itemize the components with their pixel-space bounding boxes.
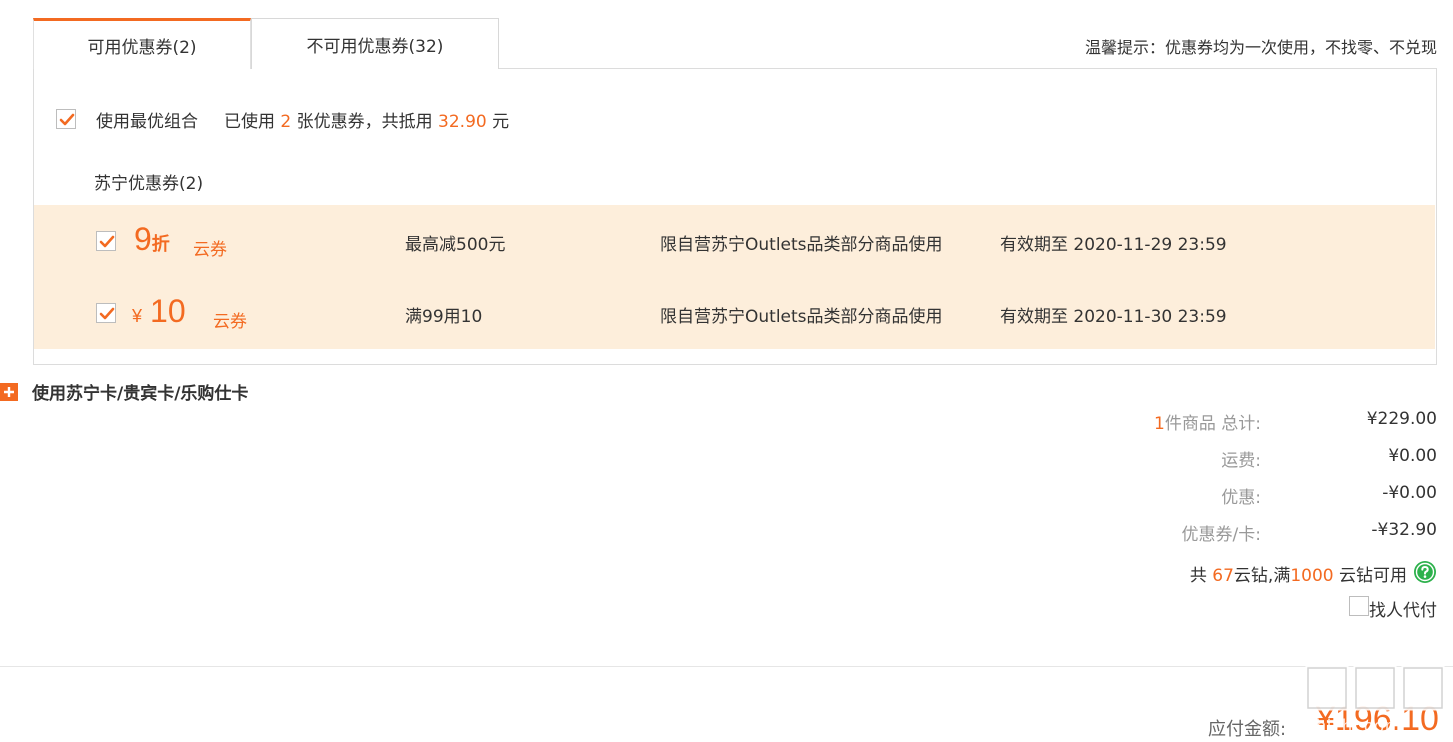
- diamond-suffix: 云钻可用: [1339, 566, 1407, 586]
- payable-label: 应付金额:: [1208, 719, 1287, 740]
- coupon-scope: 限自营苏宁Outlets品类部分商品使用: [660, 235, 943, 255]
- check-icon: [99, 235, 115, 248]
- proxy-pay-label[interactable]: 找人代付: [1369, 596, 1437, 621]
- summary-prefix: 已使用: [224, 112, 275, 132]
- coupon-rule: 满99用10: [405, 307, 483, 327]
- summary-mid: 张优惠券，共抵用: [296, 112, 433, 132]
- discount-label: 优惠:: [1221, 488, 1261, 508]
- discount-unit: 折: [151, 234, 170, 254]
- diamond-count: 67: [1212, 566, 1234, 586]
- help-icon[interactable]: [1413, 560, 1437, 584]
- total-label-text: 件商品 总计:: [1164, 414, 1261, 434]
- coupon-panel: 使用最优组合 已使用 2 张优惠券，共抵用 32.90 元 苏宁优惠券(2) 9…: [33, 68, 1437, 365]
- discount-value: -¥0.00: [1382, 483, 1437, 503]
- proxy-pay-checkbox[interactable]: [1349, 596, 1369, 616]
- coupon-value: 9折: [134, 221, 170, 258]
- card-section-title[interactable]: 使用苏宁卡/贵宾卡/乐购仕卡: [32, 379, 248, 404]
- total-label: 1件商品 总计:: [1154, 409, 1261, 434]
- expand-plus-icon[interactable]: [0, 383, 18, 401]
- watermark-text: zhizhi.com: [1306, 716, 1402, 736]
- tab-unavailable-coupons[interactable]: 不可用优惠券(32): [251, 18, 499, 69]
- tab-unavailable-label: 不可用优惠券(32): [306, 36, 444, 57]
- item-count: 1: [1154, 414, 1165, 434]
- diamond-info: 共 67云钻,满1000 云钻可用: [1190, 561, 1407, 586]
- diamond-prefix: 共: [1189, 566, 1207, 586]
- coupon-rule: 最高减500元: [405, 235, 506, 255]
- coupon-expiry: 有效期至 2020-11-30 23:59: [1000, 307, 1227, 327]
- check-icon: [99, 307, 115, 320]
- coupon-value: ¥10: [132, 293, 186, 330]
- coupon-group-title: 苏宁优惠券(2): [94, 174, 204, 194]
- coupon-amount: 32.90: [438, 112, 487, 132]
- diamond-threshold: 1000: [1290, 566, 1334, 586]
- shipping-label: 运费:: [1221, 451, 1261, 471]
- watermark-logo-icon: [1305, 665, 1445, 711]
- coupon-row[interactable]: ¥10 云券 满99用10 限自营苏宁Outlets品类部分商品使用 有效期至 …: [34, 277, 1435, 349]
- coupon-row[interactable]: 9折 云券 最高减500元 限自营苏宁Outlets品类部分商品使用 有效期至 …: [34, 205, 1435, 277]
- coupon-checkbox[interactable]: [96, 303, 116, 323]
- shipping-value: ¥0.00: [1388, 446, 1437, 466]
- coupon-type: 云券: [193, 240, 227, 260]
- best-combo-row: 使用最优组合 已使用 2 张优惠券，共抵用 32.90 元: [34, 105, 1436, 135]
- coupon-type: 云券: [213, 312, 247, 332]
- best-combo-checkbox[interactable]: [56, 109, 76, 129]
- summary-suffix: 元: [492, 112, 510, 132]
- divider: [0, 666, 1453, 667]
- coupon-scope: 限自营苏宁Outlets品类部分商品使用: [660, 307, 943, 327]
- tab-available-coupons[interactable]: 可用优惠券(2): [33, 18, 251, 69]
- check-icon: [59, 113, 75, 126]
- currency-symbol: ¥: [132, 306, 143, 326]
- coupon-card-label: 优惠券/卡:: [1181, 525, 1261, 545]
- coupon-card-value: -¥32.90: [1371, 520, 1437, 540]
- coupon-count: 2: [280, 112, 292, 132]
- coupon-checkbox[interactable]: [96, 231, 116, 251]
- coupon-amount-number: 10: [150, 293, 186, 329]
- total-value: ¥229.00: [1366, 409, 1437, 429]
- diamond-mid: 云钻,满: [1233, 566, 1291, 586]
- best-combo-summary: 已使用 2 张优惠券，共抵用 32.90 元: [224, 107, 509, 132]
- coupon-expiry: 有效期至 2020-11-29 23:59: [1000, 235, 1227, 255]
- coupon-tip: 温馨提示：优惠券均为一次使用，不找零、不兑现: [1084, 38, 1437, 57]
- best-combo-label: 使用最优组合: [96, 112, 198, 132]
- discount-number: 9: [134, 221, 152, 257]
- tab-available-label: 可用优惠券(2): [87, 37, 197, 58]
